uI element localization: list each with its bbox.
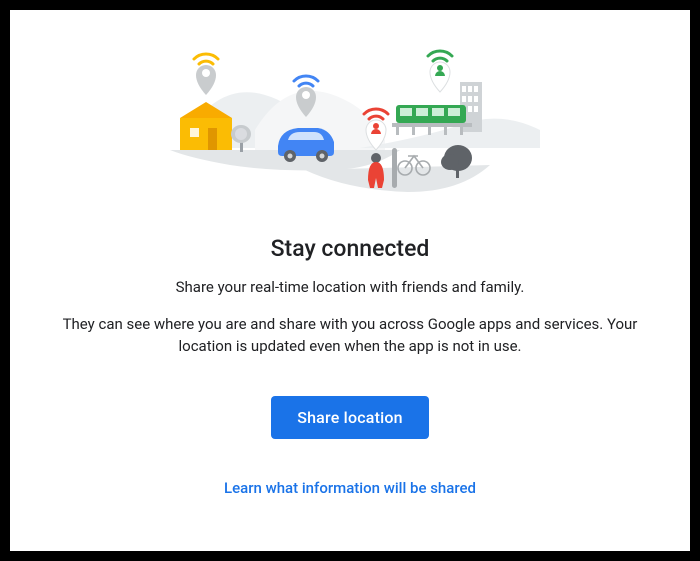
subheading-text: Share your real-time location with frien… — [176, 278, 525, 296]
onboarding-dialog: Stay connected Share your real-time loca… — [10, 10, 690, 551]
page-title: Stay connected — [271, 235, 430, 262]
location-sharing-illustration — [160, 30, 540, 205]
learn-more-link[interactable]: Learn what information will be shared — [224, 479, 476, 497]
share-location-button[interactable]: Share location — [271, 396, 429, 439]
description-text: They can see where you are and share wit… — [40, 314, 660, 358]
